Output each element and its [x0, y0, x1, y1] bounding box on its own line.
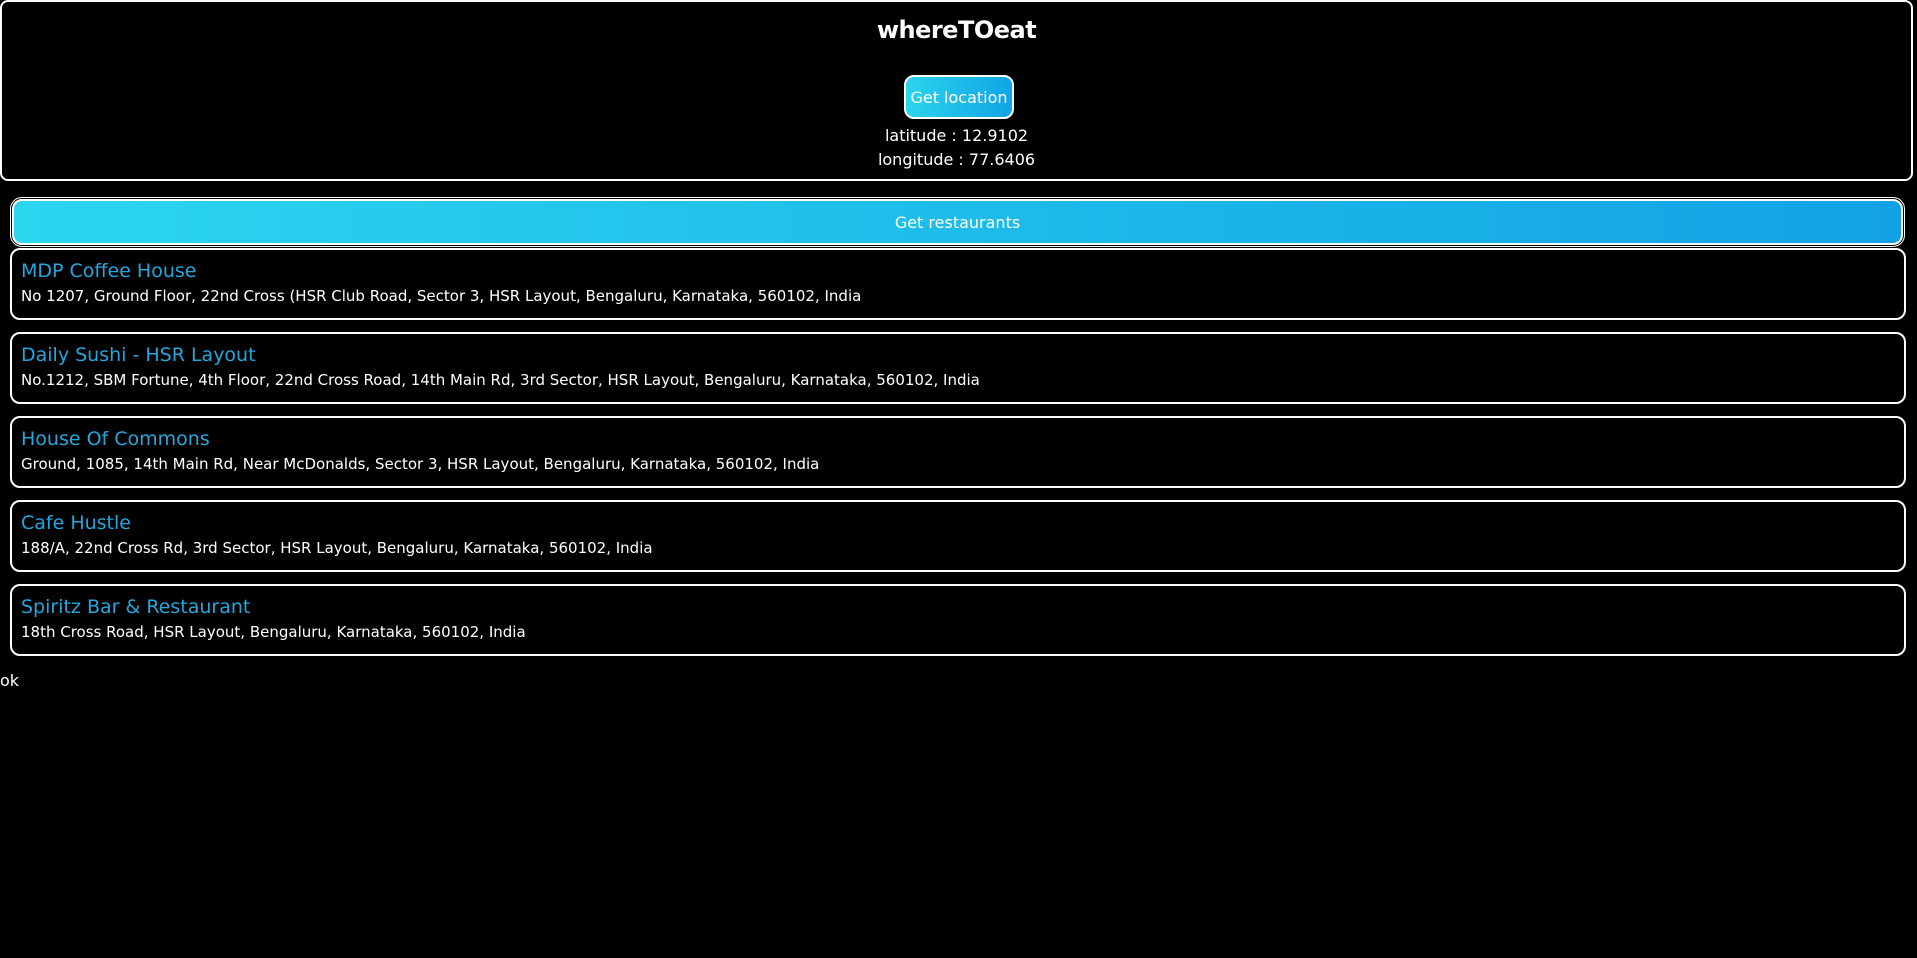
- restaurant-address: 18th Cross Road, HSR Layout, Bengaluru, …: [21, 623, 526, 641]
- restaurant-card: MDP Coffee House No 1207, Ground Floor, …: [10, 248, 1906, 320]
- status-text: ok: [0, 671, 20, 690]
- restaurant-name[interactable]: MDP Coffee House: [21, 259, 1904, 283]
- restaurant-address: 188/A, 22nd Cross Rd, 3rd Sector, HSR La…: [21, 539, 653, 557]
- restaurant-name[interactable]: Cafe Hustle: [21, 511, 1904, 535]
- location-panel: whereTOeat Get location latitude : 12.91…: [0, 0, 1913, 181]
- restaurant-list: MDP Coffee House No 1207, Ground Floor, …: [10, 248, 1906, 668]
- app-title: whereTOeat: [876, 16, 1037, 44]
- restaurant-name[interactable]: Spiritz Bar & Restaurant: [21, 595, 1904, 619]
- restaurant-address: No.1212, SBM Fortune, 4th Floor, 22nd Cr…: [21, 371, 980, 389]
- get-restaurants-button[interactable]: Get restaurants: [10, 197, 1905, 247]
- restaurant-card: Daily Sushi - HSR Layout No.1212, SBM Fo…: [10, 332, 1906, 404]
- latitude-text: latitude : 12.9102: [884, 126, 1029, 145]
- restaurant-address: No 1207, Ground Floor, 22nd Cross (HSR C…: [21, 287, 862, 305]
- restaurant-card: House Of Commons Ground, 1085, 14th Main…: [10, 416, 1906, 488]
- restaurant-name[interactable]: House Of Commons: [21, 427, 1904, 451]
- longitude-text: longitude : 77.6406: [877, 150, 1036, 169]
- get-location-button[interactable]: Get location: [904, 75, 1014, 119]
- restaurant-card: Spiritz Bar & Restaurant 18th Cross Road…: [10, 584, 1906, 656]
- restaurant-card: Cafe Hustle 188/A, 22nd Cross Rd, 3rd Se…: [10, 500, 1906, 572]
- restaurant-name[interactable]: Daily Sushi - HSR Layout: [21, 343, 1904, 367]
- restaurant-address: Ground, 1085, 14th Main Rd, Near McDonal…: [21, 455, 820, 473]
